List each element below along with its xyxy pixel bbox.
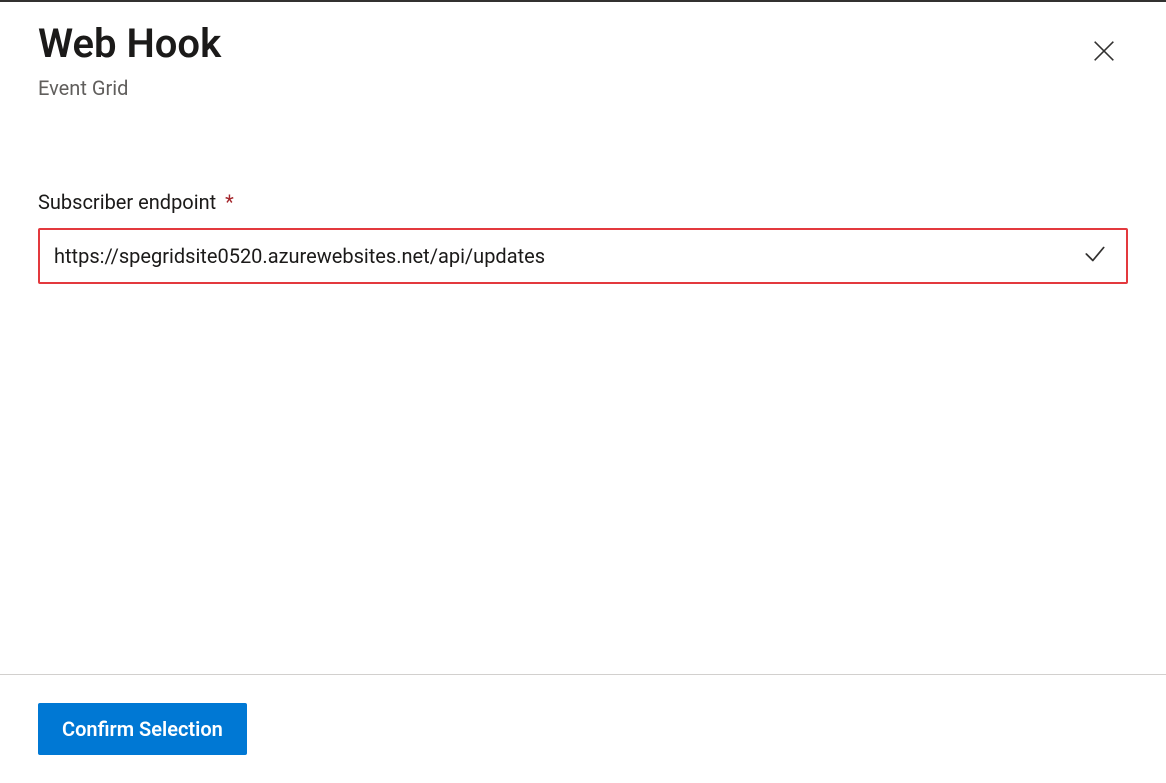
required-indicator: * (225, 190, 234, 214)
close-icon (1090, 37, 1118, 68)
panel-content: Subscriber endpoint * (0, 100, 1166, 674)
endpoint-label-text: Subscriber endpoint (38, 190, 216, 214)
endpoint-input-wrapper (38, 228, 1128, 284)
close-button[interactable] (1088, 36, 1120, 68)
subscriber-endpoint-input[interactable] (54, 244, 1112, 268)
page-title: Web Hook (38, 20, 1166, 68)
endpoint-label: Subscriber endpoint * (38, 190, 1128, 214)
page-subtitle: Event Grid (38, 76, 1166, 100)
confirm-selection-button[interactable]: Confirm Selection (38, 703, 247, 755)
webhook-panel: Web Hook Event Grid Subscriber endpoint … (0, 2, 1166, 783)
panel-footer: Confirm Selection (0, 674, 1166, 783)
panel-header: Web Hook Event Grid (0, 2, 1166, 100)
